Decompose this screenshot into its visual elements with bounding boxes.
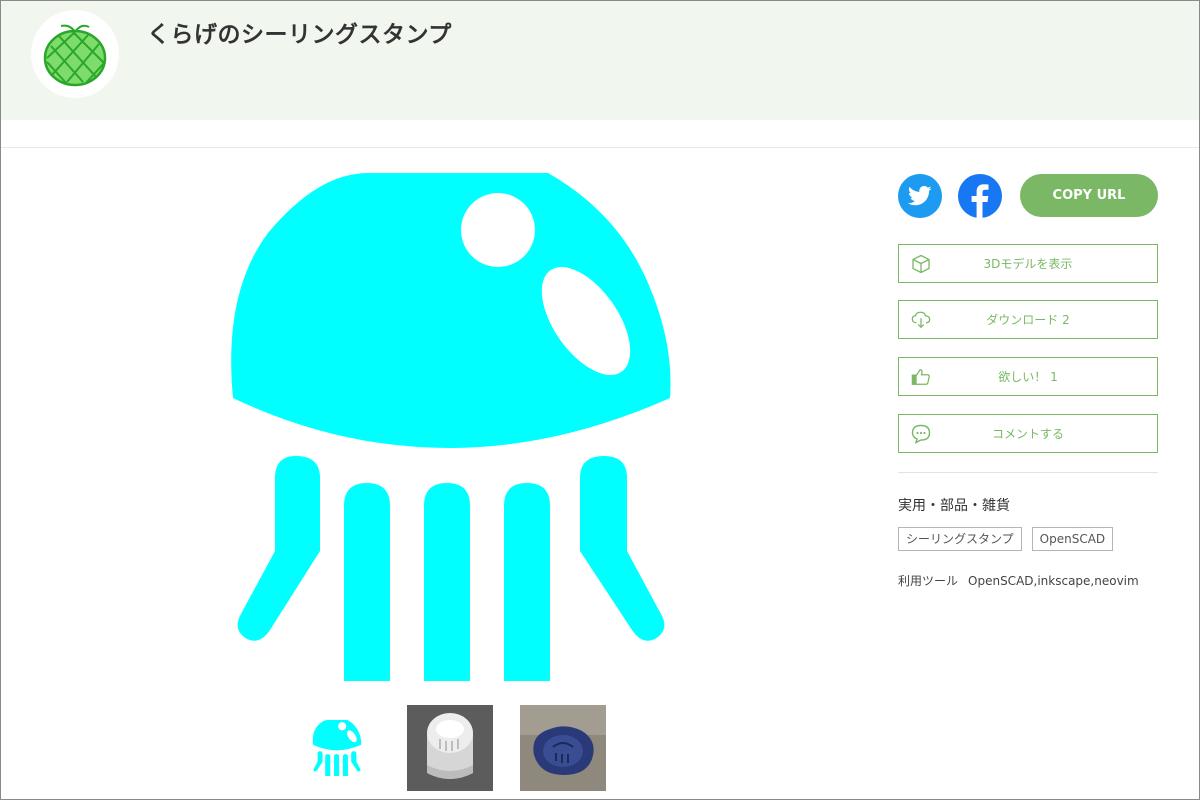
page-title: くらげのシーリングスタンプ bbox=[147, 22, 452, 48]
wax-seal-photo bbox=[520, 705, 606, 791]
tools-label: 利用ツール bbox=[898, 574, 959, 588]
tools-value: OpenSCAD,inkscape,neovim bbox=[968, 574, 1139, 588]
want-label: 欲しい！ 1 bbox=[998, 370, 1058, 384]
thumbnail-3d-model[interactable] bbox=[407, 705, 493, 791]
download-button[interactable]: ダウンロード 2 bbox=[898, 300, 1158, 339]
comment-label: コメントする bbox=[991, 427, 1064, 441]
thumbnail-strip bbox=[294, 705, 606, 791]
cube-icon bbox=[911, 254, 931, 274]
thumbnail-wax-seal-photo[interactable] bbox=[520, 705, 606, 791]
cloud-download-icon bbox=[911, 310, 931, 330]
view-3d-model-button[interactable]: 3Dモデルを表示 bbox=[898, 244, 1158, 283]
facebook-icon bbox=[971, 184, 989, 218]
want-button[interactable]: 欲しい！ 1 bbox=[898, 357, 1158, 396]
tag-list: シーリングスタンプ OpenSCAD bbox=[898, 527, 1114, 551]
comment-bubble-icon bbox=[911, 424, 931, 444]
avatar[interactable] bbox=[31, 10, 119, 98]
thumbnail-jellyfish[interactable] bbox=[294, 705, 380, 791]
jellyfish-image bbox=[231, 173, 671, 681]
jellyfish-thumb-icon bbox=[312, 720, 362, 776]
sidebar-divider bbox=[898, 472, 1158, 473]
facebook-share-button[interactable] bbox=[958, 174, 1002, 218]
header: くらげのシーリングスタンプ bbox=[1, 1, 1199, 120]
download-label: ダウンロード 2 bbox=[986, 313, 1070, 327]
twitter-icon bbox=[908, 186, 932, 206]
tag-sealing-stamp[interactable]: シーリングスタンプ bbox=[898, 527, 1022, 551]
melon-icon bbox=[43, 24, 107, 87]
tag-openscad[interactable]: OpenSCAD bbox=[1031, 527, 1114, 551]
thumbs-up-icon bbox=[911, 367, 931, 387]
header-divider bbox=[1, 147, 1199, 148]
twitter-share-button[interactable] bbox=[898, 174, 942, 218]
stamp-3d-render bbox=[407, 705, 493, 791]
category-label[interactable]: 実用・部品・雑貨 bbox=[898, 495, 1010, 515]
copy-url-button[interactable]: COPY URL bbox=[1020, 174, 1158, 217]
tools-used: 利用ツール OpenSCAD,inkscape,neovim bbox=[898, 572, 1139, 589]
main-image-jellyfish bbox=[228, 173, 674, 681]
view-3d-label: 3Dモデルを表示 bbox=[983, 257, 1073, 271]
comment-button[interactable]: コメントする bbox=[898, 414, 1158, 453]
